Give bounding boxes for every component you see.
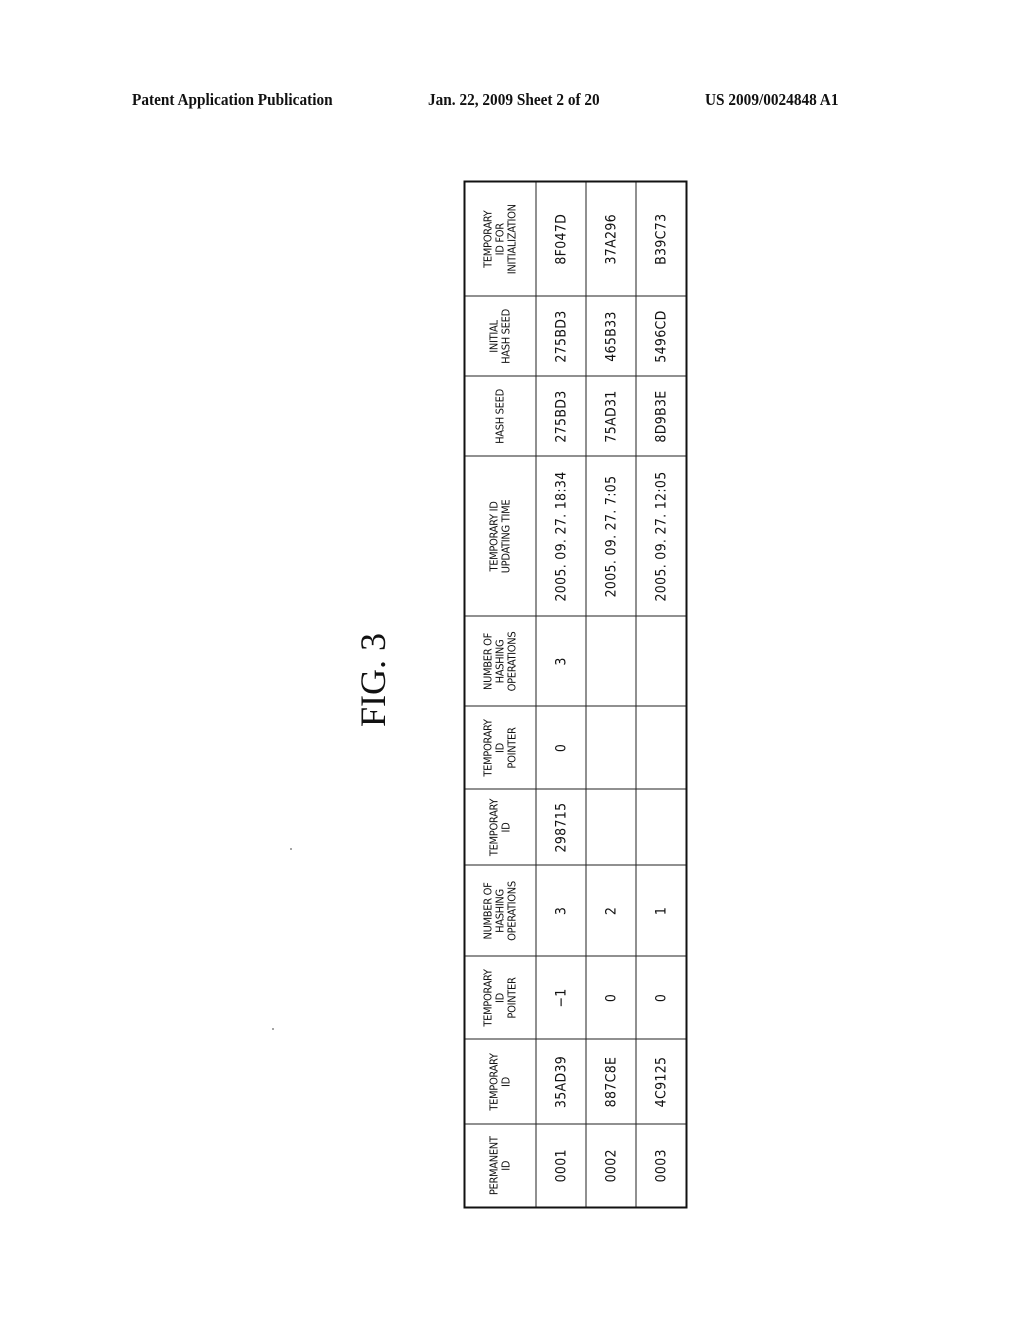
column-header-line: TEMPORARY (481, 968, 494, 1027)
column-header-line: HASH SEED (493, 388, 506, 444)
column-header-permanent-id: PERMANENT ID (464, 1124, 536, 1207)
column-header-line: NUMBER OF (481, 632, 494, 690)
column-header-line: TEMPORARY ID (487, 500, 500, 572)
publication-date-sheet: Jan. 22, 2009 Sheet 2 of 20 (428, 90, 600, 109)
column-header-line: TEMPORARY (487, 1052, 500, 1111)
cell-temporary-id-pointer-2 (635, 706, 686, 789)
column-header-number-of-hashing-operations-2: NUMBER OF HASHING OPERATIONS (464, 616, 536, 706)
cell-number-of-hashing-operations-2 (585, 616, 636, 706)
cell-hash-seed: 75AD31 (585, 376, 636, 456)
table-row: 0003 4C9125 0 1 2005. 09. 27. 12:05 8D9B3E 549… (635, 181, 686, 1207)
cell-temporary-id-pointer: 0 (585, 956, 636, 1039)
table-row: 0002 887C8E 0 2 2005. 09. 27. 7:05 75AD31 465B… (585, 181, 636, 1207)
column-header-hash-seed: HASH SEED (464, 376, 536, 456)
column-header-line: HASHING (493, 639, 506, 683)
column-header-line: INITIAL (487, 319, 500, 353)
cell-temporary-id-pointer: 0 (635, 956, 686, 1039)
column-header-line: ID FOR (493, 222, 506, 255)
cell-permanent-id: 0003 (635, 1124, 686, 1207)
column-header-temporary-id-pointer-2: TEMPORARY ID POINTER (464, 706, 536, 789)
column-header-line: ID (493, 742, 506, 753)
cell-temporary-id-2 (635, 789, 686, 865)
scan-speck (272, 1028, 274, 1030)
cell-temporary-id-for-initialization: 8F047D (535, 181, 586, 296)
cell-temporary-id-for-initialization: 37A296 (585, 181, 636, 296)
cell-initial-hash-seed: 465B33 (585, 296, 636, 376)
cell-permanent-id: 0001 (535, 1124, 586, 1207)
publication-type: Patent Application Publication (132, 90, 333, 109)
column-header-temporary-id: TEMPORARY ID (464, 1039, 536, 1124)
column-header-line: HASH SEED (499, 308, 512, 364)
cell-temporary-id-2 (585, 789, 636, 865)
column-header-temporary-id-updating-time: TEMPORARY ID UPDATING TIME (464, 456, 536, 616)
column-header-line: UPDATING TIME (499, 499, 512, 573)
column-header-line: TEMPORARY (481, 210, 494, 268)
cell-temporary-id: 35AD39 (535, 1039, 586, 1124)
cell-temporary-id: 887C8E (585, 1039, 636, 1124)
cell-permanent-id: 0002 (585, 1124, 636, 1207)
cell-initial-hash-seed: 5496CD (635, 296, 686, 376)
cell-temporary-id-pointer-2 (585, 706, 636, 789)
column-header-line: ID (499, 822, 512, 832)
cell-number-of-hashing-operations-2 (635, 616, 686, 706)
data-table-container: PERMANENT ID TEMPORARY ID TEMPORARY ID POINTER… (463, 180, 687, 1208)
cell-temporary-id-updating-time: 2005. 09. 27. 7:05 (585, 456, 636, 616)
table-row: 0001 35AD39 −1 3 298715 0 3 2005. 09. 27. 18:34… (535, 181, 586, 1207)
cell-number-of-hashing-operations-2: 3 (535, 616, 586, 706)
cell-temporary-id-2: 298715 (535, 789, 586, 865)
figure-title: FIG. 3 (353, 633, 393, 728)
column-header-line: POINTER (505, 726, 518, 769)
cell-number-of-hashing-operations: 1 (635, 865, 686, 956)
data-table: PERMANENT ID TEMPORARY ID TEMPORARY ID POINTER… (463, 180, 687, 1208)
column-header-line: OPERATIONS (505, 880, 518, 941)
cell-temporary-id-updating-time: 2005. 09. 27. 18:34 (535, 456, 586, 616)
column-header-line: ID (499, 1076, 512, 1087)
column-header-line: TEMPORARY (481, 718, 494, 777)
column-header-line: ID (493, 992, 506, 1003)
column-header-line: INITIALIZATION (505, 203, 518, 274)
cell-initial-hash-seed: 275BD3 (535, 296, 586, 376)
column-header-temporary-id-2: TEMPORARY ID (464, 789, 536, 865)
scan-speck (290, 848, 292, 850)
column-header-line: POINTER (505, 976, 518, 1019)
column-header-line: TEMPORARY (487, 798, 500, 856)
publication-number: US 2009/0024848 A1 (705, 90, 839, 109)
cell-number-of-hashing-operations: 2 (585, 865, 636, 956)
column-header-line: OPERATIONS (505, 631, 518, 691)
cell-hash-seed: 275BD3 (535, 376, 586, 456)
cell-hash-seed: 8D9B3E (635, 376, 686, 456)
table-body: 0001 35AD39 −1 3 298715 0 3 2005. 09. 27. 18:34… (535, 181, 686, 1207)
column-header-number-of-hashing-operations: NUMBER OF HASHING OPERATIONS (464, 865, 536, 956)
column-header-line: ID (499, 1160, 512, 1171)
cell-temporary-id-updating-time: 2005. 09. 27. 12:05 (635, 456, 686, 616)
column-header-temporary-id-for-initialization: TEMPORARY ID FOR INITIALIZATION (464, 181, 536, 296)
table-header-row: PERMANENT ID TEMPORARY ID TEMPORARY ID POINTER… (464, 181, 536, 1207)
cell-number-of-hashing-operations: 3 (535, 865, 586, 956)
cell-temporary-id-for-initialization: B39C73 (635, 181, 686, 296)
column-header-line: NUMBER OF (481, 881, 494, 940)
cell-temporary-id: 4C9125 (635, 1039, 686, 1124)
cell-temporary-id-pointer-2: 0 (535, 706, 586, 789)
cell-temporary-id-pointer: −1 (535, 956, 586, 1039)
column-header-line: HASHING (493, 888, 506, 933)
column-header-line: PERMANENT (487, 1135, 500, 1195)
column-header-initial-hash-seed: INITIAL HASH SEED (464, 296, 536, 376)
column-header-temporary-id-pointer: TEMPORARY ID POINTER (464, 956, 536, 1039)
